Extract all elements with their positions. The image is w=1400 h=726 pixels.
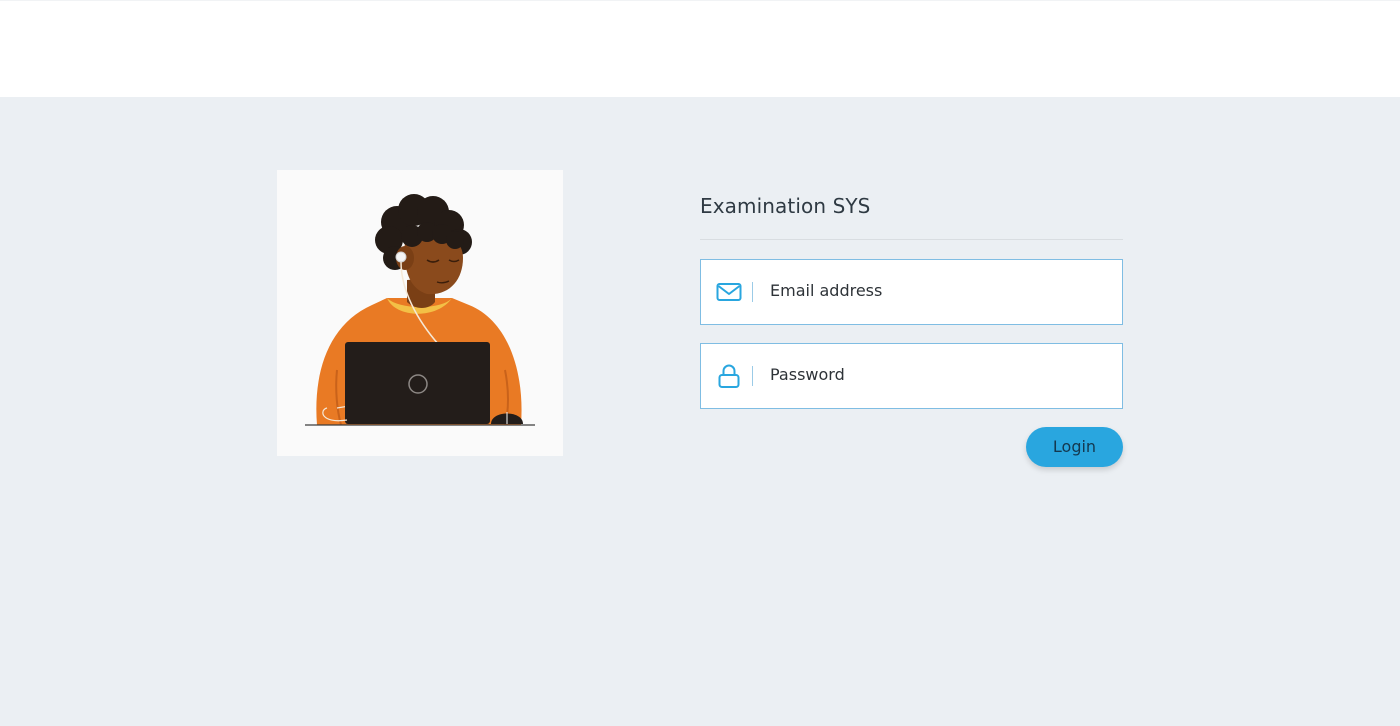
email-field[interactable]: Email address <box>700 259 1123 325</box>
login-form: Examination SYS Email address Password L… <box>700 190 1123 467</box>
person-with-laptop-image <box>305 194 535 426</box>
password-field-separator <box>752 366 753 386</box>
login-illustration <box>277 170 563 456</box>
login-button[interactable]: Login <box>1026 427 1123 467</box>
lock-icon <box>715 362 743 390</box>
email-field-separator <box>752 282 753 302</box>
title-divider <box>700 239 1123 240</box>
app-title: Examination SYS <box>700 194 871 218</box>
password-field[interactable]: Password <box>700 343 1123 409</box>
email-input[interactable]: Email address <box>770 260 882 324</box>
password-input[interactable]: Password <box>770 344 845 408</box>
envelope-icon <box>715 278 743 306</box>
top-header-bar <box>0 0 1400 97</box>
